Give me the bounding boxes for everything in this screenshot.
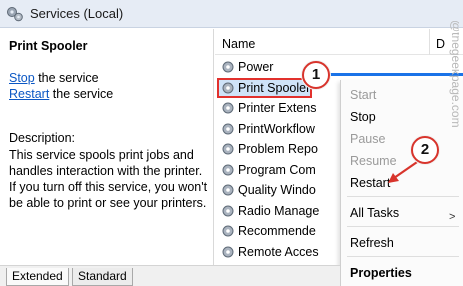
column-separator[interactable] (429, 29, 430, 55)
stop-service-link[interactable]: Stop (9, 71, 35, 85)
service-row-name: Program Com (238, 162, 316, 177)
service-gear-icon (222, 246, 234, 257)
step-1-badge: 1 (302, 61, 330, 89)
svg-text:@thegeekpage.com: @thegeekpage.com (449, 20, 459, 128)
service-row-name: PrintWorkflow (238, 121, 315, 136)
service-gear-icon (222, 225, 234, 237)
watermark-logo: @thegeekpage.com (449, 20, 459, 128)
tab-extended[interactable]: Extended (6, 268, 69, 286)
step-2-badge: 2 (411, 136, 439, 164)
stop-service-line: Stop the service (9, 71, 99, 85)
snapin-title: Services (Local) (30, 6, 124, 21)
service-row-name: Quality Windo (238, 183, 316, 197)
column-name-header[interactable]: Name (222, 37, 255, 51)
snapin-header: Services (Local) (0, 0, 463, 28)
service-gear-icon (222, 102, 234, 114)
menu-separator (347, 256, 459, 257)
menu-item-refresh[interactable]: Refresh (350, 236, 394, 250)
service-row-name: Power (238, 60, 274, 74)
service-gear-icon (222, 184, 234, 196)
service-gear-icon (222, 164, 234, 175)
view-tabs-bar: Extended Standard (0, 265, 340, 286)
description-label: Description: (9, 131, 75, 145)
description-text: This service spools print jobs and handl… (9, 148, 208, 210)
list-column-header: Name D (215, 29, 463, 55)
service-row-name: Remote Acces (238, 244, 319, 259)
selected-service-name: Print Spooler (9, 39, 88, 53)
stop-service-suffix: the service (34, 71, 99, 85)
menu-item-pause[interactable]: Pause (350, 132, 385, 146)
restart-service-suffix: the service (49, 87, 114, 101)
service-gear-icon (222, 143, 234, 155)
menu-item-start[interactable]: Start (350, 88, 376, 102)
menu-item-all-tasks[interactable]: All Tasks (350, 206, 399, 220)
service-row-name: Printer Extens (238, 101, 317, 115)
menu-separator (347, 226, 459, 227)
service-gear-icon (222, 82, 234, 93)
service-gear-icon (222, 61, 234, 73)
service-details-pane: Print Spooler Stop the service Restart t… (0, 29, 214, 265)
services-gears-icon (7, 7, 23, 22)
service-gear-icon (222, 123, 234, 134)
tab-standard[interactable]: Standard (72, 268, 133, 286)
restart-service-link[interactable]: Restart (9, 87, 49, 101)
menu-item-properties[interactable]: Properties (350, 266, 412, 280)
service-row-name: Problem Repo (238, 142, 318, 156)
service-row-name: Print Spooler (238, 80, 311, 95)
menu-item-stop[interactable]: Stop (350, 110, 376, 124)
service-row-name: Recommende (238, 224, 316, 238)
restart-service-line: Restart the service (9, 87, 113, 101)
service-gear-icon (222, 205, 234, 216)
service-row-name: Radio Manage (238, 203, 320, 218)
